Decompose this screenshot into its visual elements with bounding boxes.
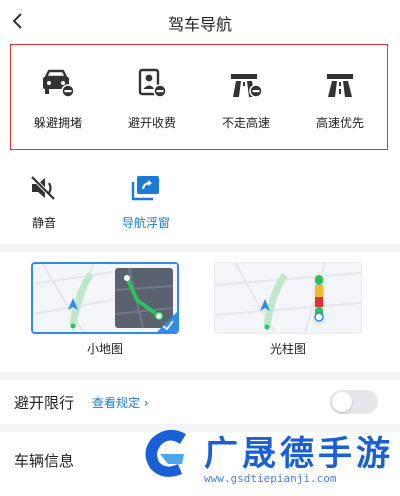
- watermark: 广晟德手游 www.gsdtiepianji.com: [138, 418, 400, 496]
- section-divider: [0, 372, 400, 380]
- no-highway-icon: [226, 64, 266, 104]
- watermark-title: 广晟德手游: [204, 434, 394, 474]
- mute-icon: [26, 172, 62, 204]
- view-rules-link[interactable]: 查看规定 ›: [92, 394, 149, 411]
- watermark-logo-icon: [145, 429, 186, 477]
- pref-highway-first[interactable]: 高速优先: [293, 64, 387, 144]
- chevron-right-icon: ›: [143, 396, 149, 410]
- avoid-restriction-title: 避开限行: [14, 394, 75, 412]
- light-bar-map-card[interactable]: [214, 262, 362, 334]
- section-divider: [0, 244, 400, 252]
- switch-knob: [332, 392, 352, 412]
- map-mode-label: 小地图: [86, 342, 123, 356]
- toggle-label: 静音: [31, 216, 56, 230]
- map-mode-label: 光柱图: [269, 342, 306, 356]
- pref-avoid-congestion[interactable]: 躲避拥堵: [11, 64, 105, 144]
- highway-first-icon: [320, 64, 360, 104]
- pref-label: 高速优先: [315, 116, 364, 130]
- mini-map-preview: [33, 264, 177, 332]
- avoid-restriction-switch[interactable]: [330, 390, 378, 414]
- nav-header: 驾车导航: [0, 0, 400, 42]
- car-avoid-congestion-icon: [38, 64, 78, 104]
- pref-no-highway[interactable]: 不走高速: [199, 64, 293, 144]
- floating-window-icon: [128, 172, 164, 204]
- pref-avoid-toll[interactable]: 避开收费: [105, 64, 199, 144]
- watermark-url: www.gsdtiepianji.com: [204, 472, 337, 485]
- toll-avoid-icon: [132, 64, 172, 104]
- page-title: 驾车导航: [167, 15, 232, 34]
- pref-label: 不走高速: [221, 116, 270, 130]
- pref-label: 避开收费: [127, 116, 176, 130]
- floating-window-toggle[interactable]: 导航浮窗: [106, 172, 186, 234]
- light-bar-map-preview: [215, 263, 361, 333]
- map-mode-section: 小地图 光柱图: [0, 252, 400, 370]
- toggle-label: 导航浮窗: [121, 216, 170, 230]
- pref-label: 躲避拥堵: [33, 116, 82, 130]
- mini-map-card[interactable]: [31, 262, 179, 334]
- route-preference-panel: 躲避拥堵 避开收费 不走高速 高速优先: [10, 44, 388, 150]
- view-rules-label: 查看规定: [92, 396, 141, 410]
- feature-toggles: 静音 导航浮窗: [0, 162, 400, 242]
- vehicle-info-title: 车辆信息: [14, 452, 75, 470]
- mute-toggle[interactable]: 静音: [4, 172, 84, 234]
